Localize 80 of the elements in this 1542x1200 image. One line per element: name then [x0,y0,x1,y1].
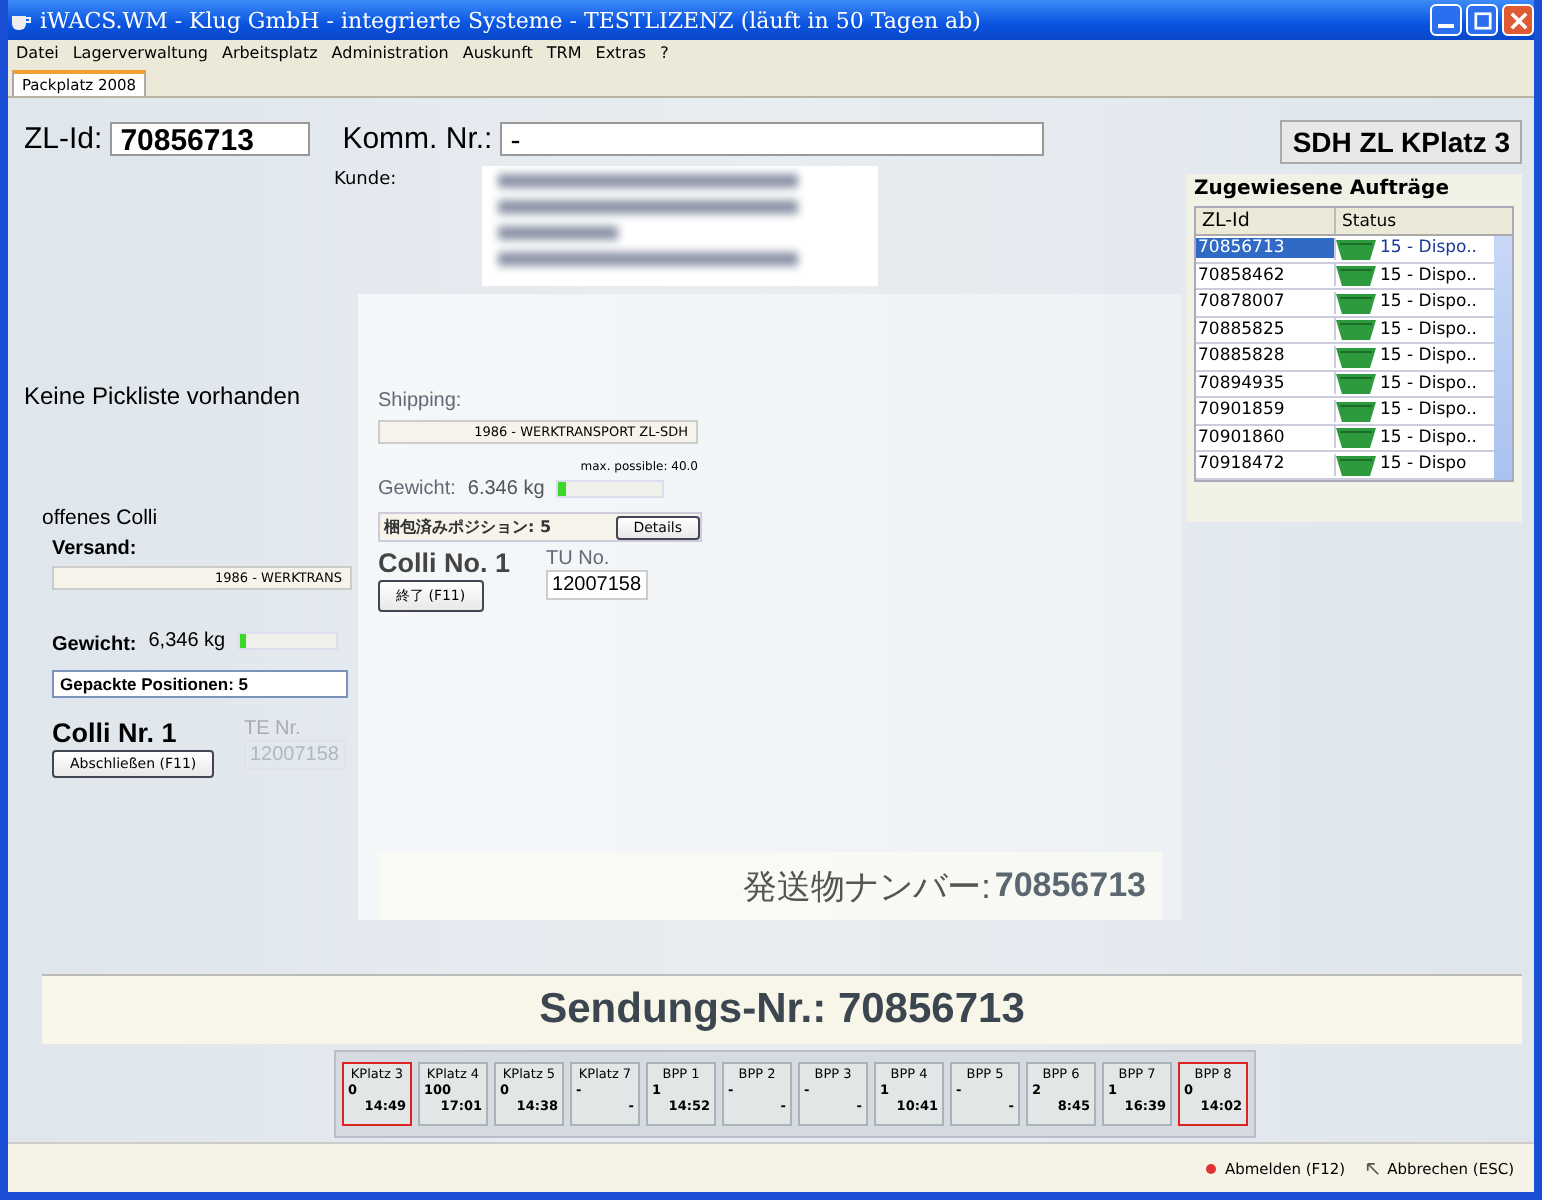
shipment-number: Sendungs-Nr.: 70856713 [539,986,1025,1034]
field-label: ZL-Id: [24,121,103,155]
zl-id-field[interactable]: 70856713 [110,121,311,155]
close-icon [1509,11,1527,29]
table-row[interactable]: 70901860 15 - Dispo.. [1196,425,1494,452]
bin-icon [1336,345,1376,368]
table-cell-text: 70918472 [1196,454,1287,475]
bin-icon [1336,426,1376,449]
bin-icon [1336,291,1376,314]
table-row[interactable]: 70878007 15 - Dispo.. [1196,290,1494,317]
table-row[interactable]: 70885825 15 - Dispo.. [1196,317,1494,344]
scrollbar[interactable] [1494,236,1512,479]
menu-item[interactable]: Auskunft [462,44,533,62]
bin-icon [1336,318,1376,341]
field-label: TU No. [546,548,610,570]
table-cell-text: 70894935 [1196,373,1287,394]
table-cell: 15 - Dispo.. [1380,346,1477,367]
colli-number: Colli Nr. 1 [52,718,177,748]
table-cell: 15 - Dispo [1380,454,1467,475]
table-cell: 15 - Dispo.. [1380,265,1477,286]
table-cell-text: 70901860 [1196,427,1287,448]
table-cell: 15 - Dispo.. [1380,238,1477,259]
menu-item[interactable]: Datei [16,44,59,62]
panel-title: Zugewiesene Aufträge [1194,178,1451,200]
table-cell-text: 70885825 [1196,319,1287,340]
field-label: Kunde: [334,170,399,194]
table-row[interactable]: 70918472 15 - Dispo [1196,452,1494,479]
table-cell: 15 - Dispo.. [1380,427,1477,448]
tu-number-field[interactable]: 12007158 [546,570,648,600]
weight-label: Gewicht: [378,478,456,500]
table-cell-text: 70885828 [1196,346,1287,367]
bin-icon [1336,399,1376,422]
table-cell: 70856713 [1196,238,1334,259]
table-cell: 15 - Dispo.. [1380,400,1477,421]
minimize-button[interactable] [1430,4,1462,36]
table-cell: 15 - Dispo.. [1380,373,1477,394]
dot-icon [1206,1163,1217,1173]
shipment-number: 70856713 [994,866,1146,906]
weight-value: 6.346 kg [467,478,545,500]
table-row[interactable]: 70858462 15 - Dispo.. [1196,263,1494,290]
packed-positions-field: Gepackte Positionen: 5 [52,670,348,698]
menu-item[interactable]: ? [660,44,669,62]
menu-item[interactable]: Extras [595,44,647,62]
field-label: TE Nr. [244,718,303,740]
minimize-icon [1438,24,1454,28]
arrow-icon [1365,1161,1380,1175]
table-cell: 15 - Dispo.. [1380,319,1477,340]
colli-number: Colli No. 1 [378,548,511,578]
status-message: Keine Pickliste vorhanden [24,382,301,410]
weight-label: Gewicht: [52,634,137,656]
bin-icon [1336,264,1376,287]
bin-icon [1336,237,1376,260]
komm-field[interactable]: - [500,121,1045,155]
weight-value: 6,346 kg [148,630,226,652]
menu-item[interactable]: Lagerverwaltung [72,44,208,62]
table-cell-text: 70901859 [1196,400,1287,421]
field-label: Shipping: [378,390,462,412]
table-row[interactable]: 70856713 15 - Dispo.. [1196,236,1494,263]
bin-icon [1336,372,1376,395]
column-header[interactable]: ZL-Id [1196,208,1334,234]
table-row[interactable]: 70901859 15 - Dispo.. [1196,398,1494,425]
field-label: Komm. Nr.: [342,121,493,155]
table-cell-text: 70858462 [1196,265,1287,286]
close-button[interactable] [1502,4,1534,36]
section-title: offenes Colli [42,506,158,530]
maximize-icon [1473,11,1491,29]
window-title: iWACS.WM - Klug GmbH - integrierte Systeme - TESTLIZENZ (läuft in 50 Tagen ab) [40,7,981,33]
maximize-button[interactable] [1466,4,1498,36]
shipment-number-label: 発送物ナンバー: [743,865,991,909]
menu-item[interactable]: Administration [331,44,449,62]
field-label: Versand: [52,538,137,560]
table-row[interactable]: 70894935 15 - Dispo.. [1196,371,1494,398]
table-cell-text: 70878007 [1196,292,1287,313]
bin-icon [1336,453,1376,476]
menu-item[interactable]: TRM [546,44,582,62]
column-header[interactable]: Status [1334,208,1512,234]
menu-item[interactable]: Arbeitsplatz [221,44,318,62]
table-row[interactable]: 70885828 15 - Dispo.. [1196,344,1494,371]
station-title: SDH ZL KPlatz 3 [1280,120,1522,164]
table-cell: 15 - Dispo.. [1380,292,1477,313]
